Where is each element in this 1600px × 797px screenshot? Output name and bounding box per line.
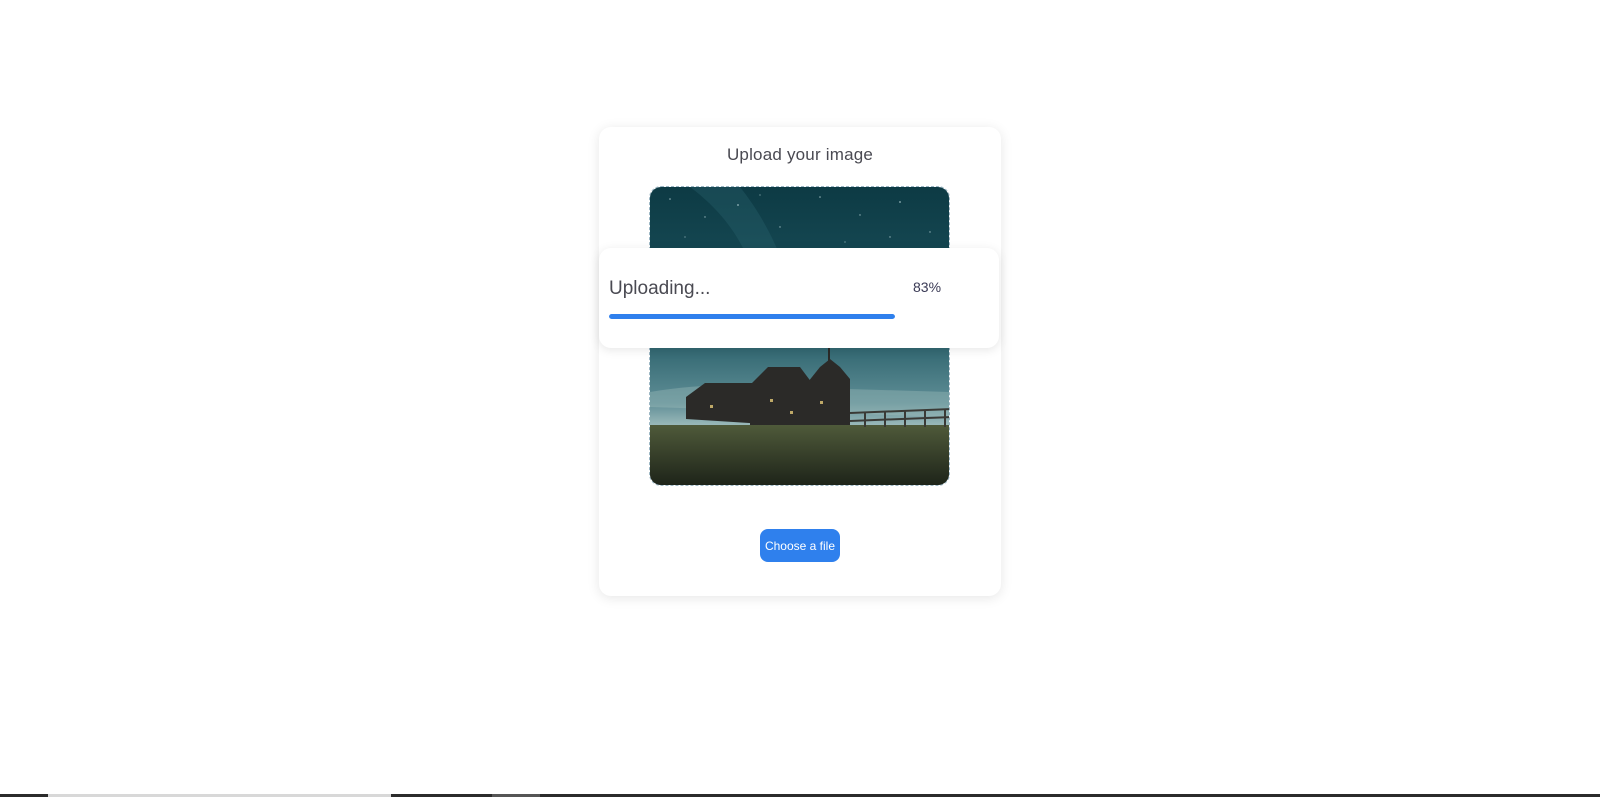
choose-file-button[interactable]: Choose a file <box>760 529 840 562</box>
progress-bar-fill <box>609 314 895 319</box>
upload-progress-panel: Uploading... 83% <box>599 248 999 348</box>
upload-percent-label: 83% <box>913 279 942 295</box>
progress-bar <box>609 314 895 319</box>
card-title: Upload your image <box>726 145 874 164</box>
upload-card: Upload your image Choose a file <box>599 127 1001 596</box>
page: Upload your image Choose a file Uploadin… <box>0 0 1600 797</box>
upload-status-label: Uploading... <box>609 278 711 299</box>
